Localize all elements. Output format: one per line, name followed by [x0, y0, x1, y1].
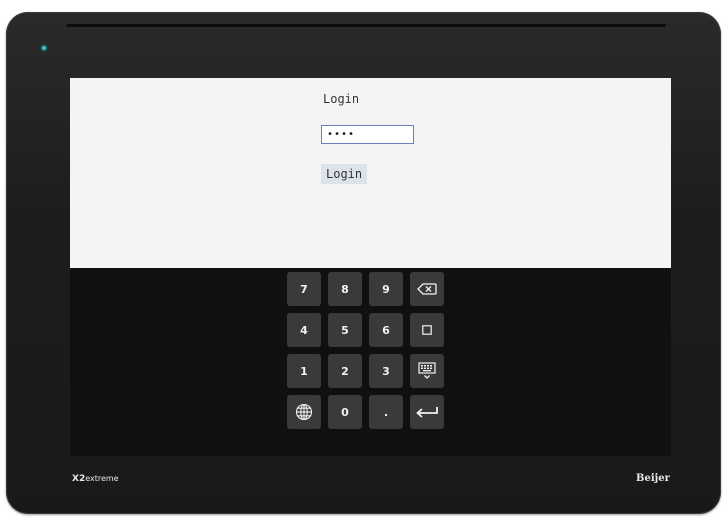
model-suffix: extreme	[85, 474, 119, 483]
manufacturer-logo: Beijer	[636, 473, 670, 484]
model-prefix: X2	[72, 474, 86, 484]
device-top-ridge	[66, 24, 666, 27]
key-7[interactable]: 7	[287, 272, 321, 306]
key-2[interactable]: 2	[328, 354, 362, 388]
language-key[interactable]	[287, 395, 321, 429]
password-input[interactable]: ••••	[321, 125, 414, 144]
hmi-screen: Login •••• Login 7 8 9 4 5 6 1 2 3 0 .	[70, 78, 671, 456]
backspace-key[interactable]	[410, 272, 444, 306]
login-title: Login	[323, 92, 360, 106]
login-button[interactable]: Login	[321, 164, 368, 184]
key-6[interactable]: 6	[369, 313, 403, 347]
key-5[interactable]: 5	[328, 313, 362, 347]
backspace-icon	[417, 283, 437, 295]
key-decimal[interactable]: .	[369, 395, 403, 429]
globe-icon	[295, 403, 313, 421]
key-1[interactable]: 1	[287, 354, 321, 388]
enter-icon	[415, 406, 439, 418]
key-4[interactable]: 4	[287, 313, 321, 347]
keyboard-hide-icon	[418, 362, 436, 380]
key-9[interactable]: 9	[369, 272, 403, 306]
model-logo: X2extreme	[72, 474, 119, 484]
enter-key[interactable]	[410, 395, 444, 429]
key-0[interactable]: 0	[328, 395, 362, 429]
numeric-keypad: 7 8 9 4 5 6 1 2 3 0 .	[70, 268, 671, 456]
status-led-icon	[42, 46, 46, 50]
clear-square-icon	[422, 325, 432, 335]
key-8[interactable]: 8	[328, 272, 362, 306]
key-3[interactable]: 3	[369, 354, 403, 388]
clear-key[interactable]	[410, 313, 444, 347]
login-panel: Login •••• Login	[70, 78, 671, 268]
hide-keyboard-key[interactable]	[410, 354, 444, 388]
